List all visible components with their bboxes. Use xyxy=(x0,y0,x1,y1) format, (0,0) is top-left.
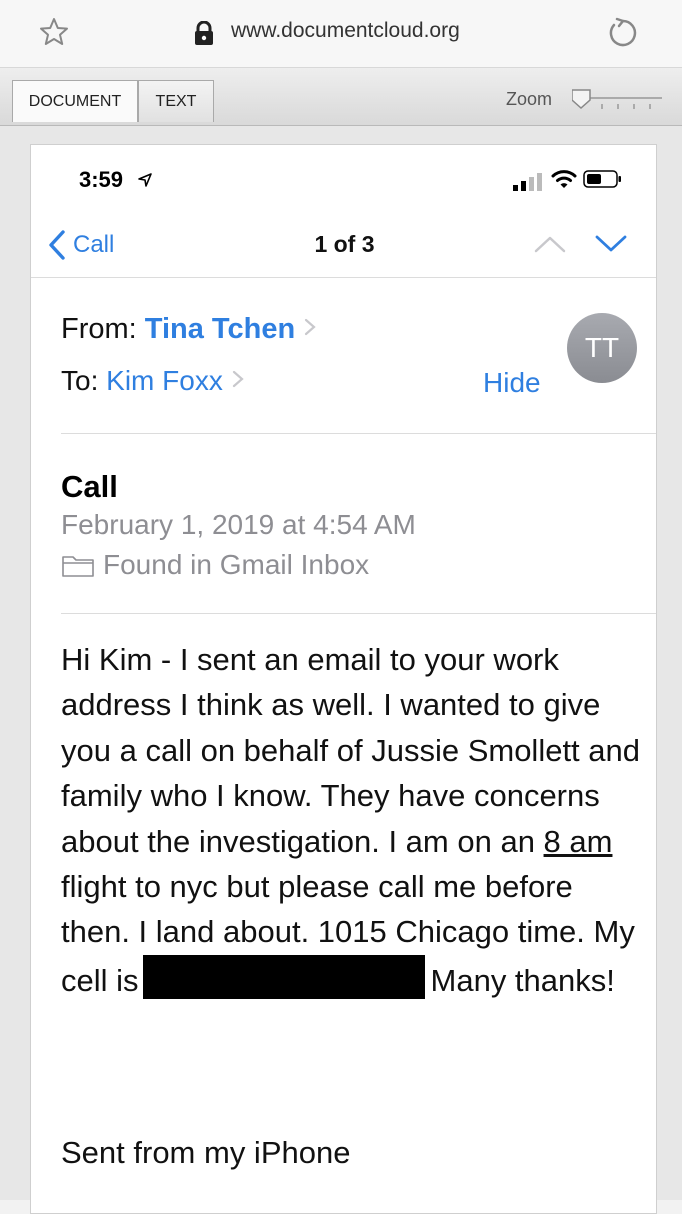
tab-text[interactable]: TEXT xyxy=(138,80,214,122)
header-divider xyxy=(61,433,656,434)
nav-divider xyxy=(31,277,656,278)
avatar: TT xyxy=(567,313,637,383)
email-subject: Call xyxy=(61,469,118,504)
url-text[interactable]: www.documentcloud.org xyxy=(231,19,460,43)
chevron-right-icon xyxy=(305,318,316,336)
folder-icon xyxy=(62,556,94,577)
status-time: 3:59 xyxy=(79,167,124,192)
email-date: February 1, 2019 at 4:54 AM xyxy=(61,509,416,540)
body-divider xyxy=(61,613,656,614)
body-text-3: Many thanks! xyxy=(430,962,615,998)
wifi-icon xyxy=(551,168,577,195)
to-label: To: xyxy=(61,365,99,396)
zoom-slider[interactable] xyxy=(572,88,664,114)
recipient-name[interactable]: Kim Foxx xyxy=(106,365,223,396)
from-line: From: Tina Tchen xyxy=(61,313,317,346)
chevron-up-icon[interactable] xyxy=(533,233,567,260)
battery-icon xyxy=(583,169,623,194)
browser-address-bar: www.documentcloud.org xyxy=(0,0,682,68)
body-time-link[interactable]: 8 am xyxy=(544,824,613,859)
zoom-slider-handle xyxy=(572,89,591,110)
to-line: To: Kim Foxx xyxy=(61,365,245,397)
location-arrow-icon xyxy=(137,172,153,193)
lock-icon xyxy=(193,20,215,50)
tab-document[interactable]: DOCUMENT xyxy=(12,80,138,122)
signal-icon xyxy=(513,171,543,196)
tab-text-label: TEXT xyxy=(155,92,197,110)
email-body: Hi Kim - I sent an email to your work ad… xyxy=(61,637,641,1003)
sender-name[interactable]: Tina Tchen xyxy=(145,313,295,345)
chevron-down-icon[interactable] xyxy=(594,233,628,260)
chevron-right-icon xyxy=(232,370,244,388)
document-page: 3:59 Call 1 of 3 From: Tina Tchen To: Ki… xyxy=(30,144,657,1214)
from-label: From: xyxy=(61,313,137,345)
folder-name: Found in Gmail Inbox xyxy=(103,549,370,580)
star-icon[interactable] xyxy=(38,16,70,53)
tab-document-label: DOCUMENT xyxy=(28,92,122,110)
zoom-label: Zoom xyxy=(506,89,553,109)
email-signature: Sent from my iPhone xyxy=(61,1135,351,1170)
folder-line: Found in Gmail Inbox xyxy=(61,549,369,581)
hide-button[interactable]: Hide xyxy=(483,367,541,399)
reload-icon[interactable] xyxy=(606,16,640,55)
redaction-box xyxy=(142,954,425,999)
